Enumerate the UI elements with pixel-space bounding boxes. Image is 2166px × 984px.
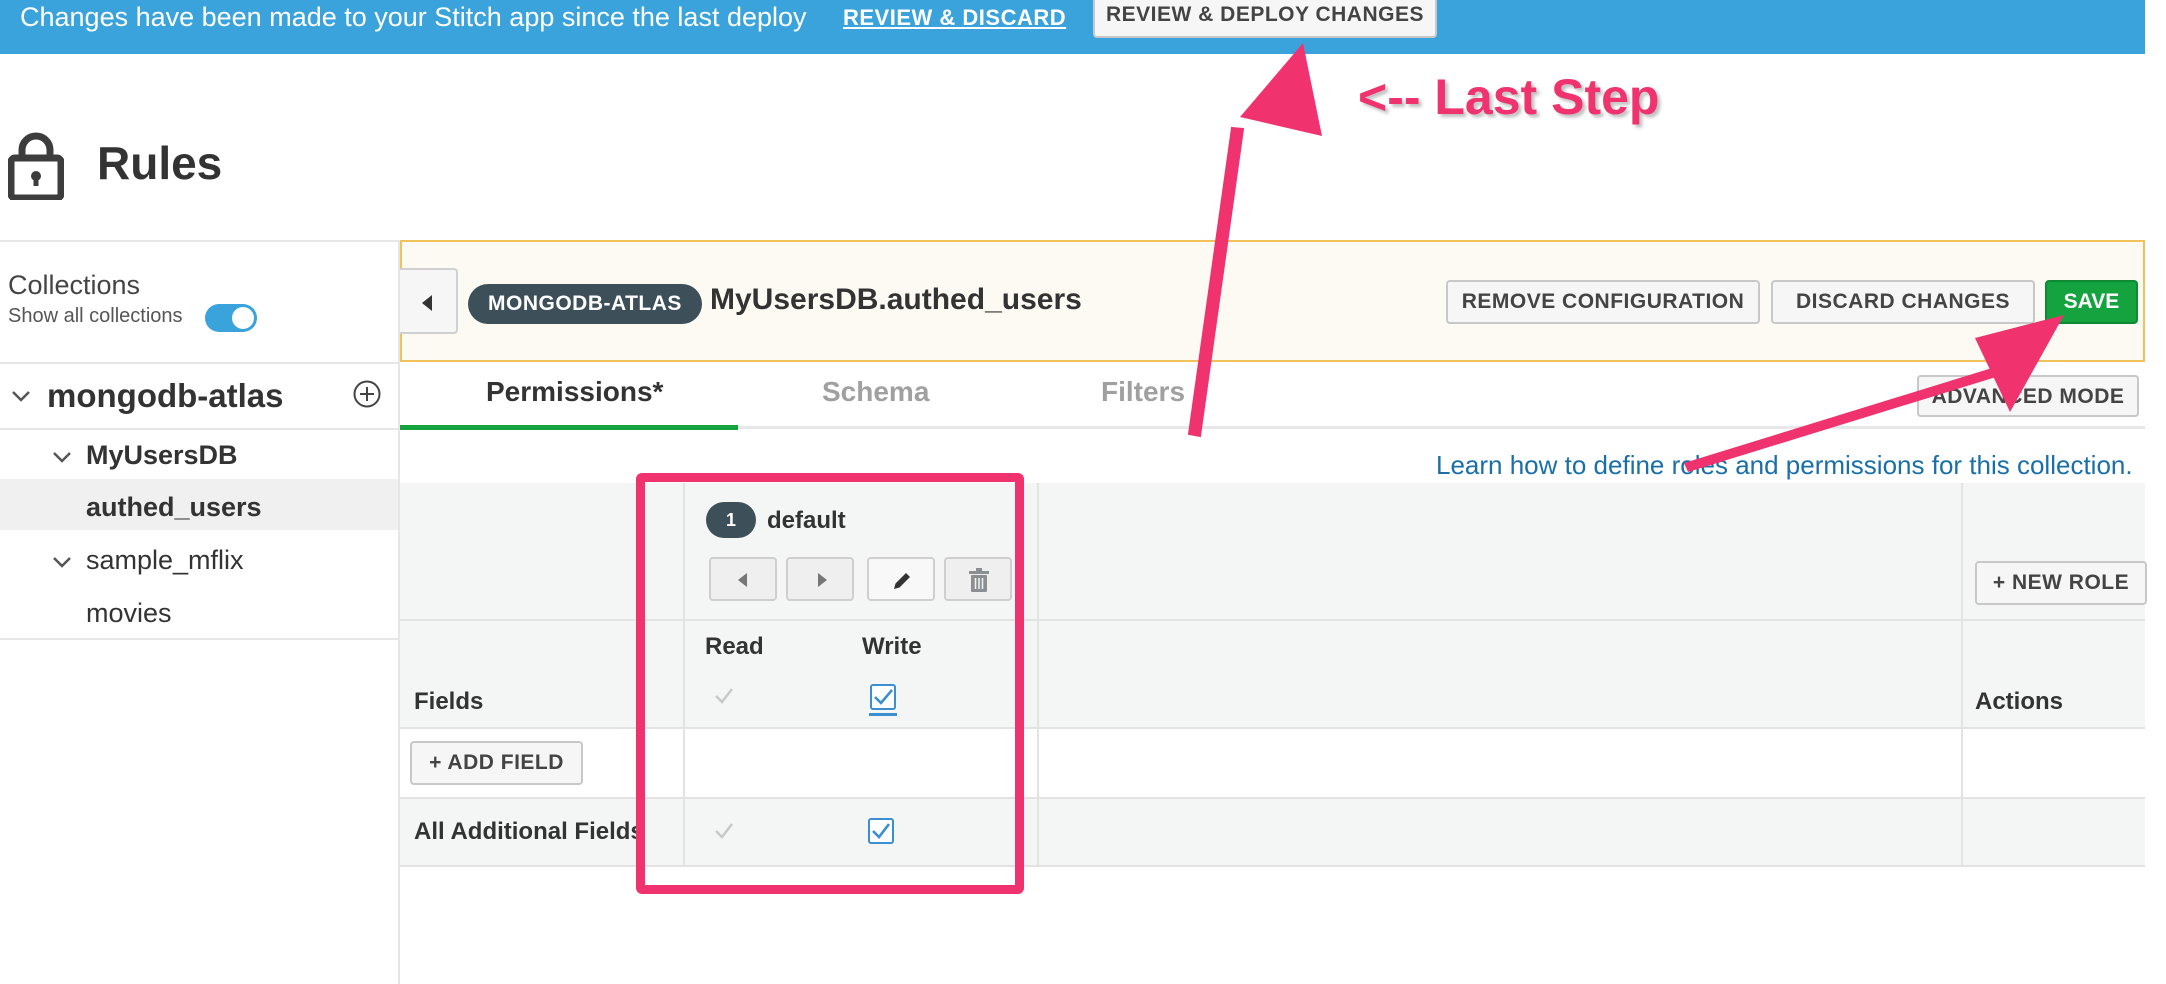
arrow-to-deploy-button (1187, 126, 1245, 438)
annotation-arrows (1187, 43, 2064, 472)
arrow-to-save-button (1684, 368, 1996, 472)
arrow-to-save-button-head (1975, 315, 2064, 412)
arrow-to-deploy-button-head (1240, 43, 1322, 136)
